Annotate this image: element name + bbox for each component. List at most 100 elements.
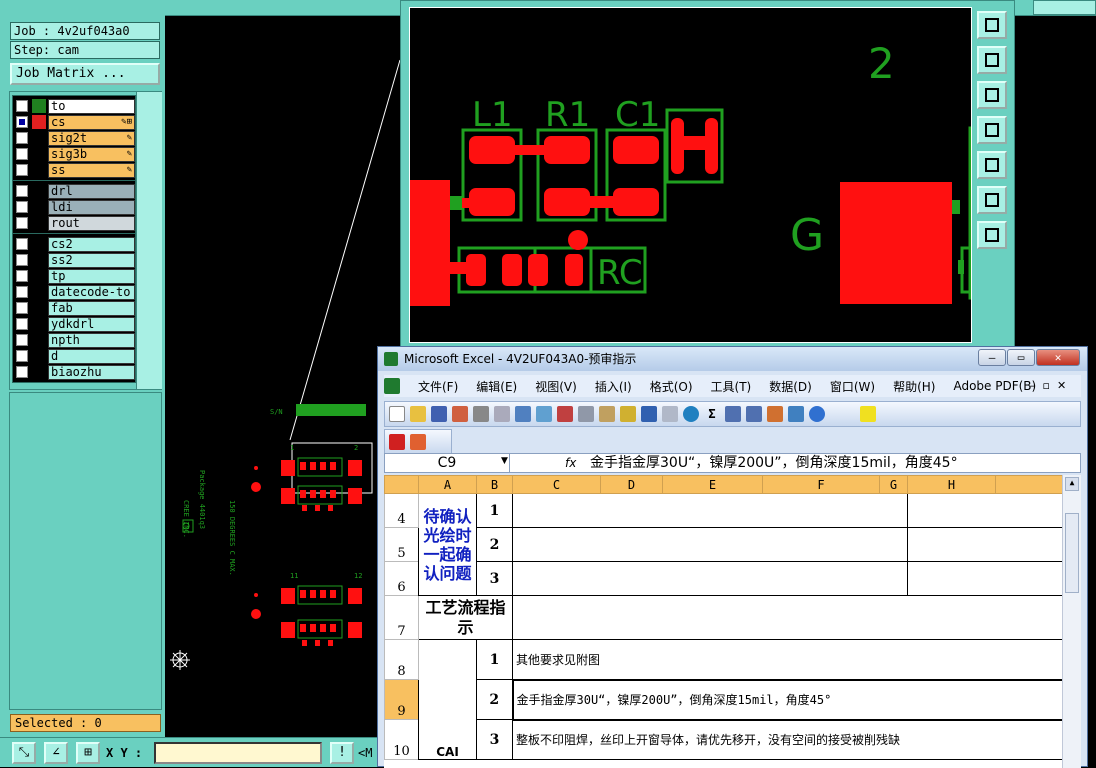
menu-item-0[interactable]: 文件(F) [418,378,458,395]
layer-checkbox[interactable] [16,270,28,282]
layer-checkbox[interactable] [16,217,28,229]
fill-color-icon[interactable] [860,406,876,422]
pan-down-icon[interactable] [977,81,1007,109]
menu-item-7[interactable]: 窗口(W) [830,378,875,395]
menu-item-8[interactable]: 帮助(H) [893,378,935,395]
layer-name[interactable]: rout [48,215,135,231]
undo-icon[interactable] [641,406,657,422]
row-header-5[interactable]: 5 [384,527,419,562]
open-icon[interactable] [410,406,426,422]
cell-h6[interactable] [907,561,1062,596]
print-preview-icon[interactable] [494,406,510,422]
menu-item-5[interactable]: 工具(T) [711,378,752,395]
process-instruction-cell[interactable]: 工艺流程指示 [418,595,513,640]
layer-name[interactable]: ydkdrl [48,316,135,332]
zoom-area-icon[interactable]: ⤡ [12,742,36,764]
layer-checkbox[interactable] [16,302,28,314]
cell-a8[interactable]: CAI [418,639,477,760]
layer-name[interactable]: tp [48,268,135,284]
layer-name[interactable]: ldi [48,199,135,215]
menu-item-9[interactable]: Adobe PDF(B) [953,379,1036,393]
col-header-blank[interactable] [995,475,1062,494]
cell-b10[interactable]: 3 [476,719,513,760]
layer-name[interactable]: ss2 [48,252,135,268]
layer-name[interactable]: d [48,348,135,364]
col-header-e[interactable]: E [662,475,763,494]
layer-checkbox[interactable] [16,254,28,266]
menu-item-4[interactable]: 格式(O) [650,378,693,395]
layer-name[interactable]: cs ✎⊞ [48,114,135,130]
save-icon[interactable] [431,406,447,422]
layer-name[interactable]: sig2t ✎ [48,130,135,146]
row-header-9[interactable]: 9 [384,679,419,720]
row-header-4[interactable]: 4 [384,493,419,528]
col-header-h[interactable]: H [907,475,996,494]
cut-icon[interactable] [557,406,573,422]
layer-checkbox[interactable] [16,116,28,128]
cell-b6[interactable]: 3 [476,561,513,596]
layer-checkbox[interactable] [16,350,28,362]
hyperlink-icon[interactable] [683,406,699,422]
layer-row-biaozhu[interactable]: biaozhu [13,364,135,380]
new-icon[interactable] [389,406,405,422]
cell-b4[interactable]: 1 [476,493,513,528]
zoom-fit-icon[interactable] [977,11,1007,39]
cell-b9[interactable]: 2 [476,679,513,720]
help-icon[interactable] [809,406,825,422]
spelling-icon[interactable] [515,406,531,422]
layer-row-ldi[interactable]: ldi [13,199,135,215]
row-header-7[interactable]: 7 [384,595,419,640]
layer-checkbox[interactable] [16,100,28,112]
layer-checkbox[interactable] [16,366,28,378]
menu-item-1[interactable]: 编辑(E) [476,378,517,395]
col-header-c[interactable]: C [512,475,601,494]
cell-c7[interactable] [512,595,1062,640]
cell-h4[interactable] [907,493,1062,528]
workbook-window-controls[interactable]: – ▫ ✕ [1030,379,1066,392]
left-vertical-scroll[interactable] [136,92,162,389]
pan-up-icon[interactable] [977,46,1007,74]
sort-ascending-icon[interactable] [725,406,741,422]
measure-icon[interactable]: ∠ [44,742,68,764]
layer-name[interactable]: datecode-to [48,284,135,300]
layer-name[interactable]: fab [48,300,135,316]
layer-checkbox[interactable] [16,238,28,250]
cell-b5[interactable]: 2 [476,527,513,562]
pan-right-icon[interactable] [977,151,1007,179]
layer-row-cs[interactable]: cs ✎⊞ [13,114,135,130]
layer-row-fab[interactable]: fab [13,300,135,316]
grid-icon[interactable]: ⊞ [76,742,100,764]
pending-issues-cell[interactable]: 待确认光绘时一起确认问题 [418,493,477,596]
menu-item-3[interactable]: 插入(I) [595,378,632,395]
cell-c8[interactable]: 其他要求见附图 [512,639,1062,680]
scroll-thumb[interactable] [1065,513,1079,593]
chart-wizard-icon[interactable] [767,406,783,422]
layer-row-datecode-to[interactable]: datecode-to [13,284,135,300]
layer-name[interactable]: to [48,98,135,114]
layer-row-sig2t[interactable]: sig2t ✎ [13,130,135,146]
maximize-button[interactable]: ▭ [1007,349,1035,366]
pdf-email-icon[interactable] [410,434,426,450]
cell-c4[interactable] [512,493,908,528]
row-header-6[interactable]: 6 [384,561,419,596]
scroll-up-icon[interactable]: ▲ [1065,477,1079,491]
redo-icon[interactable] [662,406,678,422]
minimize-button[interactable]: — [978,349,1006,366]
cell-c9[interactable]: 金手指金厚30U“，镍厚200U”，倒角深度15mil，角度45° [511,678,1062,721]
layer-row-tp[interactable]: tp [13,268,135,284]
format-painter-icon[interactable] [620,406,636,422]
print-icon[interactable] [473,406,489,422]
row-header-10[interactable]: 10 [384,719,419,760]
layer-row-cs2[interactable]: cs2 [13,236,135,252]
layer-checkbox[interactable] [16,164,28,176]
col-header-f[interactable]: F [762,475,880,494]
layer-checkbox[interactable] [16,201,28,213]
paste-icon[interactable] [599,406,615,422]
layer-name[interactable]: biaozhu [48,364,135,380]
layer-checkbox[interactable] [16,185,28,197]
select-all-corner[interactable] [384,475,419,494]
zoom-out-icon[interactable] [977,221,1007,249]
layer-row-ydkdrl[interactable]: ydkdrl [13,316,135,332]
layer-row-ss2[interactable]: ss2 [13,252,135,268]
vertical-scrollbar[interactable]: ▲ [1062,475,1081,768]
